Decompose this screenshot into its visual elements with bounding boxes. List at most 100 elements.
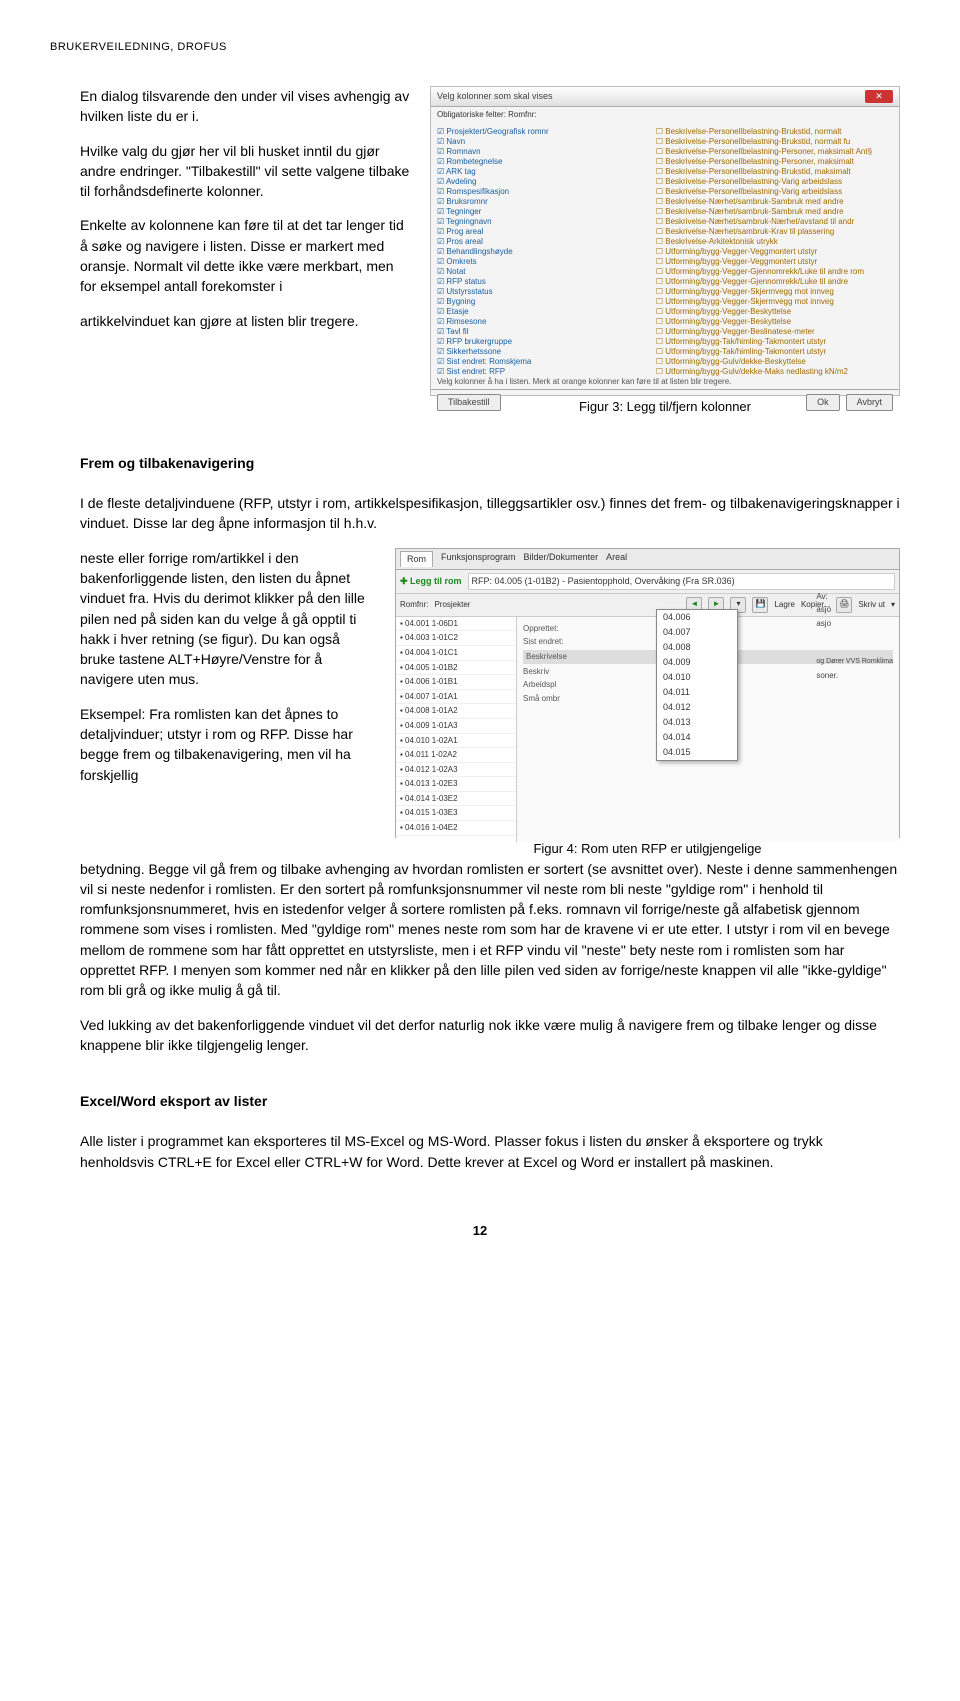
column-option[interactable]: ☐ Utforming/bygg-Vegger-Gjennomrekk/Luke… [656,277,875,287]
column-option[interactable]: ☐ Beskrivelse-Personellbelastning-Brukst… [656,127,875,137]
list-item[interactable]: ▪ 04.003 1-01C2 [396,631,516,646]
column-option[interactable]: ☐ Beskrivelse-Personellbelastning-Person… [656,147,875,157]
column-option[interactable]: ☑ Romnavn [437,147,656,157]
reset-button[interactable]: Tilbakestill [437,394,501,411]
column-option[interactable]: ☐ Utforming/bygg-Vegger-Veggmontert utst… [656,247,875,257]
list-item[interactable]: ▪ 04.001 1-06D1 [396,617,516,632]
column-option[interactable]: ☑ Behandlingshøyde [437,247,656,257]
list-item[interactable]: ▪ 04.013 1-02E3 [396,777,516,792]
list-item[interactable]: ▪ 04.008 1-01A2 [396,704,516,719]
column-option[interactable]: ☐ Utforming/bygg-Tak/himling-Takmontert … [656,347,875,357]
column-option[interactable]: ☑ RFP brukergruppe [437,337,656,347]
list-item[interactable]: ▪ 04.016 1-04E2 [396,821,516,836]
column-option[interactable]: ☑ Rombetegnelse [437,157,656,167]
nav-paragraph-3: Eksempel: Fra romlisten kan det åpnes to… [80,704,375,785]
column-option[interactable]: ☑ Prosjektert/Geografisk romnr [437,127,656,137]
list-item[interactable]: ▪ 04.009 1-01A3 [396,719,516,734]
column-option[interactable]: ☑ Sist endret: Romskjema [437,357,656,367]
dropdown-item[interactable]: 04.007 [657,625,737,640]
dropdown-item[interactable]: 04.009 [657,655,737,670]
column-option[interactable]: ☐ Beskrivelse-Nærhet/sambruk-Sambruk med… [656,207,875,217]
column-option[interactable]: ☐ Utforming/bygg-Vegger-Gjennomrekk/Luke… [656,267,875,277]
column-option[interactable]: ☐ Utforming/bygg-Vegger-Beskyttelse [656,317,875,327]
column-option[interactable]: ☑ Etasje [437,307,656,317]
list-item[interactable]: ▪ 04.007 1-01A1 [396,690,516,705]
column-option[interactable]: ☐ Beskrivelse-Personellbelastning-Varig … [656,187,875,197]
column-option[interactable]: ☐ Utforming/bygg-Vegger-Beslinatese-mete… [656,327,875,337]
dropdown-item[interactable]: 04.013 [657,715,737,730]
nav-paragraph-2: neste eller forrige rom/artikkel i den b… [80,548,375,690]
dropdown-item[interactable]: 04.008 [657,640,737,655]
column-option[interactable]: ☑ Utstyrsstatus [437,287,656,297]
tab-bilder/dokumenter[interactable]: Bilder/Dokumenter [524,551,599,567]
save-icon[interactable]: 💾 [752,597,768,613]
close-icon[interactable]: ✕ [865,90,893,103]
prosjekter-label: Prosjekter [434,599,470,611]
dropdown-item[interactable]: 04.014 [657,730,737,745]
room-list[interactable]: ▪ 04.001 1-06D1▪ 04.003 1-01C2▪ 04.004 1… [396,617,517,842]
intro-paragraph-2: Hvilke valg du gjør her vil bli husket i… [80,141,410,202]
column-option[interactable]: ☑ Pros areal [437,237,656,247]
column-option[interactable]: ☐ Beskrivelse-Nærhet/sambruk-Sambruk med… [656,197,875,207]
tab-rom[interactable]: Rom [400,551,433,567]
column-option[interactable]: ☐ Beskrivelse-Personellbelastning-Brukst… [656,167,875,177]
column-option[interactable]: ☑ Tegningnavn [437,217,656,227]
tab-areal[interactable]: Areal [606,551,627,567]
column-option[interactable]: ☐ Utforming/bygg-Vegger-Beskyttelse [656,307,875,317]
column-option[interactable]: ☑ Sist endret: RFP [437,367,656,376]
column-option[interactable]: ☑ Bygning [437,297,656,307]
dropdown-item[interactable]: 04.010 [657,670,737,685]
nav-dropdown[interactable]: 04.00604.00704.00804.00904.01004.01104.0… [656,609,738,761]
column-option[interactable]: ☑ Notat [437,267,656,277]
column-option[interactable]: ☑ Omkrets [437,257,656,267]
column-option[interactable]: ☑ Sikkerhetssone [437,347,656,357]
column-option[interactable]: ☑ ARK tag [437,167,656,177]
column-option[interactable]: ☐ Beskrivelse-Personellbelastning-Person… [656,157,875,167]
column-option[interactable]: ☑ Tegninger [437,207,656,217]
column-option[interactable]: ☑ Rimsesone [437,317,656,327]
column-option[interactable]: ☑ Navn [437,137,656,147]
column-option[interactable]: ☐ Utforming/bygg-Vegger-Veggmontert utst… [656,257,875,267]
column-option[interactable]: ☐ Beskrivelse-Personellbelastning-Brukst… [656,137,875,147]
column-list-left[interactable]: ☑ Prosjektert/Geografisk romnr☑ Navn☑ Ro… [437,127,656,372]
column-option[interactable]: ☑ Avdeling [437,177,656,187]
export-paragraph: Alle lister i programmet kan eksporteres… [80,1131,900,1172]
column-option[interactable]: ☑ Romspesifikasjon [437,187,656,197]
add-room-button[interactable]: ✚ Legg til rom [400,575,462,588]
intro-paragraph-3: Enkelte av kolonnene kan føre til at det… [80,215,410,296]
list-item[interactable]: ▪ 04.006 1-01B1 [396,675,516,690]
dropdown-item[interactable]: 04.006 [657,610,737,625]
list-item[interactable]: ▪ 04.005 1-01B2 [396,661,516,676]
ok-button[interactable]: Ok [806,394,840,411]
dropdown-item[interactable]: 04.012 [657,700,737,715]
column-option[interactable]: ☐ Utforming/bygg-Vegger-Skjermvegg mot i… [656,297,875,307]
column-option[interactable]: ☐ Utforming/bygg-Vegger-Skjermvegg mot i… [656,287,875,297]
column-option[interactable]: ☐ Utforming/bygg-Tak/himling-Takmontert … [656,337,875,347]
list-item[interactable]: ▪ 04.015 1-03E3 [396,806,516,821]
column-list-right[interactable]: ☐ Beskrivelse-Personellbelastning-Brukst… [656,127,875,372]
cancel-button[interactable]: Avbryt [846,394,893,411]
dropdown-item[interactable]: 04.015 [657,745,737,760]
column-option[interactable]: ☐ Utforming/bygg-Gulv/dekke-Beskyttelse [656,357,875,367]
column-option[interactable]: ☑ RFP status [437,277,656,287]
doc-header: BRUKERVEILEDNING, DROFUS [50,40,910,56]
list-item[interactable]: ▪ 04.004 1-01C1 [396,646,516,661]
column-option[interactable]: ☑ Prog areal [437,227,656,237]
column-option[interactable]: ☐ Beskrivelse-Nærhet/sambruk-Nærhet/avst… [656,217,875,227]
list-item[interactable]: ▪ 04.011 1-02A2 [396,748,516,763]
save-button[interactable]: Lagre [774,599,794,611]
column-option[interactable]: ☐ Beskrivelse-Nærhet/sambruk-Krav til pl… [656,227,875,237]
column-option[interactable]: ☐ Utforming/bygg-Gulv/dekke-Maks nedlast… [656,367,875,376]
figure-3-dialog: Velg kolonner som skal vises ✕ Obligator… [430,86,900,396]
column-option[interactable]: ☑ Bruksromnr [437,197,656,207]
dropdown-item[interactable]: 04.011 [657,685,737,700]
nav-paragraph-5: Ved lukking av det bakenforliggende vind… [80,1015,900,1056]
column-option[interactable]: ☐ Beskrivelse-Arkitektonisk utrykk [656,237,875,247]
column-option[interactable]: ☑ Tavl fil [437,327,656,337]
list-item[interactable]: ▪ 04.014 1-03E2 [396,792,516,807]
column-option[interactable]: ☐ Beskrivelse-Personellbelastning-Varig … [656,177,875,187]
figure-4-caption: Figur 4: Rom uten RFP er utilgjengelige [395,840,900,859]
tab-funksjonsprogram[interactable]: Funksjonsprogram [441,551,516,567]
list-item[interactable]: ▪ 04.010 1-02A1 [396,734,516,749]
list-item[interactable]: ▪ 04.012 1-02A3 [396,763,516,778]
